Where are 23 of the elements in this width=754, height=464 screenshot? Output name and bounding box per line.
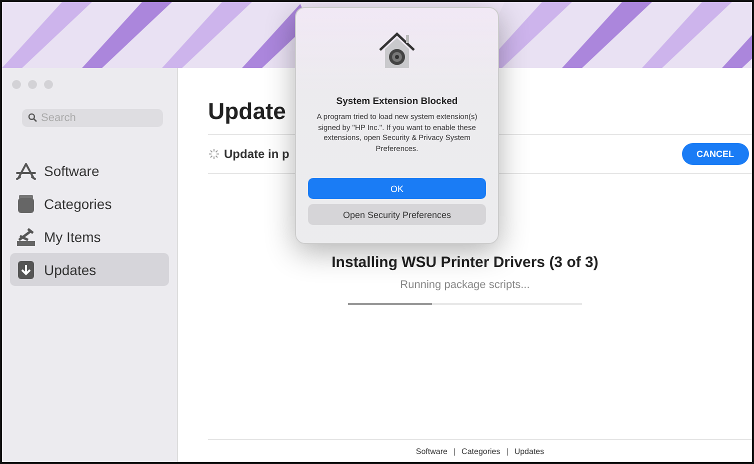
preferences-button[interactable]: Open Security Preferences: [308, 204, 486, 225]
ok-button[interactable]: OK: [308, 178, 486, 199]
jar-icon: [16, 194, 36, 212]
footer-link[interactable]: Software: [416, 446, 448, 456]
page-title: Update: [208, 98, 286, 126]
install-status: Running package scripts...: [400, 279, 530, 291]
footer-link[interactable]: Categories: [462, 446, 500, 456]
download-icon: [16, 260, 36, 278]
cancel-button[interactable]: CANCEL: [682, 143, 749, 165]
sidebar-item[interactable]: Updates: [10, 253, 169, 286]
install-title: Installing WSU Printer Drivers (3 of 3): [332, 254, 598, 271]
status-text: Update in p: [224, 147, 290, 161]
separator: |: [453, 446, 456, 456]
app-store-icon: [16, 162, 36, 180]
dialog-title: System Extension Blocked: [336, 96, 458, 107]
sidebar-item[interactable]: Software: [10, 154, 169, 187]
sidebar-item[interactable]: Categories: [10, 187, 169, 220]
tools-icon: [16, 228, 36, 246]
footer-link[interactable]: Updates: [514, 446, 544, 456]
separator: |: [506, 446, 508, 456]
spinner-icon: [208, 148, 220, 160]
sidebar-item[interactable]: My Items: [10, 220, 169, 253]
house-lock-icon: [377, 30, 417, 70]
